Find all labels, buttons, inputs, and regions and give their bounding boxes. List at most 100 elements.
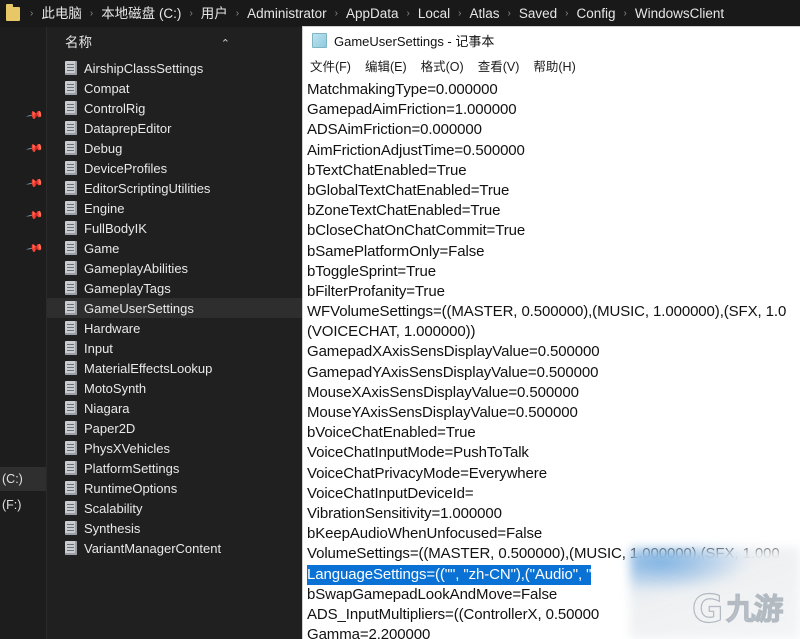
breadcrumb-item-c[interactable]: 本地磁盘 (C:) [99, 0, 183, 27]
text-line-content[interactable]: bSwapGamepadLookAndMove=False [307, 586, 557, 603]
text-line-content[interactable]: bSamePlatformOnly=False [307, 243, 484, 260]
pin-icon[interactable]: 📌 [26, 240, 43, 257]
nav-drive-item[interactable]: (F:) [0, 493, 46, 517]
sort-ascending-icon[interactable]: ⌃ [221, 29, 230, 60]
text-line-content[interactable]: (VOICECHAT, 1.000000)) [307, 323, 475, 340]
text-line[interactable]: VibrationSensitivity=1.000000 [307, 504, 800, 524]
menu-item-v[interactable]: 查看(V) [478, 56, 520, 75]
pin-icon[interactable]: 📌 [26, 207, 43, 224]
text-line-content[interactable]: GamepadXAxisSensDisplayValue=0.500000 [307, 343, 599, 360]
text-line[interactable]: bFilterProfanity=True [307, 282, 800, 302]
breadcrumb-item-[interactable]: 此电脑 [39, 0, 84, 27]
text-line-content[interactable]: bTextChatEnabled=True [307, 162, 467, 179]
text-line[interactable]: bTextChatEnabled=True [307, 161, 800, 181]
text-line-content[interactable]: VoiceChatInputDeviceId= [307, 485, 474, 502]
column-header-name[interactable]: 名称 ⌃ [47, 27, 302, 58]
text-line[interactable]: MatchmakingType=0.000000 [307, 80, 800, 100]
file-list-item[interactable]: Compat [47, 78, 302, 98]
file-list-item[interactable]: MaterialEffectsLookup [47, 358, 302, 378]
pin-icon[interactable]: 📌 [26, 175, 43, 192]
text-line-content[interactable]: VoiceChatPrivacyMode=Everywhere [307, 465, 547, 482]
text-line[interactable]: bGlobalTextChatEnabled=True [307, 181, 800, 201]
file-list-item[interactable]: EditorScriptingUtilities [47, 178, 302, 198]
text-line-content[interactable]: ADS_InputMultipliers=((ControllerX, 0.50… [307, 606, 599, 623]
file-list-item[interactable]: Hardware [47, 318, 302, 338]
breadcrumb[interactable]: ›此电脑›本地磁盘 (C:)›用户›Administrator›AppData›… [0, 0, 800, 27]
text-line[interactable]: bCloseChatOnChatCommit=True [307, 221, 800, 241]
text-line[interactable]: WFVolumeSettings=((MASTER, 0.500000),(MU… [307, 302, 800, 322]
file-list-item[interactable]: RuntimeOptions [47, 478, 302, 498]
selected-text-line[interactable]: LanguageSettings=(("", "zh-CN"),("Audio"… [307, 565, 591, 585]
text-line-content[interactable]: MouseXAxisSensDisplayValue=0.500000 [307, 384, 579, 401]
breadcrumb-item-config[interactable]: Config [575, 0, 618, 27]
file-list-item[interactable]: Debug [47, 138, 302, 158]
pin-icon[interactable]: 📌 [26, 140, 43, 157]
menu-item-h[interactable]: 帮助(H) [533, 56, 575, 75]
text-line-content[interactable]: VoiceChatInputMode=PushToTalk [307, 444, 529, 461]
text-line-content[interactable]: MatchmakingType=0.000000 [307, 81, 498, 98]
nav-drive-item[interactable]: (C:) [0, 467, 46, 491]
text-line-content[interactable]: Gamma=2.200000 [307, 626, 430, 639]
file-list-item[interactable]: GameplayTags [47, 278, 302, 298]
text-line-content[interactable]: bGlobalTextChatEnabled=True [307, 182, 509, 199]
text-line[interactable]: GamepadYAxisSensDisplayValue=0.500000 [307, 363, 800, 383]
menu-item-e[interactable]: 编辑(E) [365, 56, 407, 75]
text-line-content[interactable]: bFilterProfanity=True [307, 283, 445, 300]
file-list-item[interactable]: ControlRig [47, 98, 302, 118]
file-list-item[interactable]: PhysXVehicles [47, 438, 302, 458]
file-list-item[interactable]: Game [47, 238, 302, 258]
breadcrumb-item-atlas[interactable]: Atlas [468, 0, 502, 27]
text-line[interactable]: bKeepAudioWhenUnfocused=False [307, 524, 800, 544]
text-line[interactable]: bToggleSprint=True [307, 262, 800, 282]
text-line[interactable]: GamepadXAxisSensDisplayValue=0.500000 [307, 342, 800, 362]
text-line-content[interactable]: bZoneTextChatEnabled=True [307, 202, 500, 219]
breadcrumb-item-appdata[interactable]: AppData [344, 0, 401, 27]
breadcrumb-item-windowsclient[interactable]: WindowsClient [633, 0, 726, 27]
notepad-titlebar[interactable]: GameUserSettings - 记事本 [303, 27, 800, 54]
file-list-item[interactable]: DataprepEditor [47, 118, 302, 138]
text-line-content[interactable]: VibrationSensitivity=1.000000 [307, 505, 502, 522]
breadcrumb-item-saved[interactable]: Saved [517, 0, 559, 27]
text-line[interactable]: bVoiceChatEnabled=True [307, 423, 800, 443]
file-list-item[interactable]: Input [47, 338, 302, 358]
text-line[interactable]: AimFrictionAdjustTime=0.500000 [307, 141, 800, 161]
file-list-item[interactable]: Synthesis [47, 518, 302, 538]
text-line-content[interactable]: GamepadAimFriction=1.000000 [307, 101, 517, 118]
text-line-content[interactable]: AimFrictionAdjustTime=0.500000 [307, 142, 525, 159]
text-line[interactable]: bSamePlatformOnly=False [307, 242, 800, 262]
file-list-item[interactable]: MotoSynth [47, 378, 302, 398]
file-list-item[interactable]: DeviceProfiles [47, 158, 302, 178]
file-list-item[interactable]: FullBodyIK [47, 218, 302, 238]
breadcrumb-item-[interactable]: 用户 [199, 0, 230, 27]
file-list-item[interactable]: GameplayAbilities [47, 258, 302, 278]
text-line-content[interactable]: ADSAimFriction=0.000000 [307, 121, 482, 138]
text-line-content[interactable]: GamepadYAxisSensDisplayValue=0.500000 [307, 364, 598, 381]
text-line[interactable]: (VOICECHAT, 1.000000)) [307, 322, 800, 342]
file-list-item[interactable]: Engine [47, 198, 302, 218]
text-line[interactable]: MouseXAxisSensDisplayValue=0.500000 [307, 383, 800, 403]
file-list-item[interactable]: Niagara [47, 398, 302, 418]
breadcrumb-item-local[interactable]: Local [416, 0, 452, 27]
text-line-content[interactable]: bCloseChatOnChatCommit=True [307, 222, 525, 239]
breadcrumb-item-administrator[interactable]: Administrator [245, 0, 329, 27]
pin-icon[interactable]: 📌 [26, 107, 43, 124]
text-line[interactable]: VoiceChatPrivacyMode=Everywhere [307, 464, 800, 484]
text-line[interactable]: VoiceChatInputDeviceId= [307, 484, 800, 504]
navigation-pane[interactable]: 📌 📌 📌 📌 📌 (C:)(F:) [0, 27, 46, 639]
file-list-item[interactable]: Scalability [47, 498, 302, 518]
file-list-item[interactable]: PlatformSettings [47, 458, 302, 478]
text-line-content[interactable]: bKeepAudioWhenUnfocused=False [307, 525, 542, 542]
text-line-content[interactable]: MouseYAxisSensDisplayValue=0.500000 [307, 404, 578, 421]
file-list-item[interactable]: GameUserSettings [47, 298, 302, 318]
text-line[interactable]: VoiceChatInputMode=PushToTalk [307, 443, 800, 463]
text-line-content[interactable]: bToggleSprint=True [307, 263, 436, 280]
text-line[interactable]: MouseYAxisSensDisplayValue=0.500000 [307, 403, 800, 423]
file-list-pane[interactable]: 名称 ⌃ AirshipClassSettingsCompatControlRi… [46, 27, 302, 639]
file-list-item[interactable]: AirshipClassSettings [47, 58, 302, 78]
text-line-content[interactable]: bVoiceChatEnabled=True [307, 424, 476, 441]
notepad-menubar[interactable]: 文件(F)编辑(E)格式(O)查看(V)帮助(H) [303, 54, 800, 77]
text-line[interactable]: bZoneTextChatEnabled=True [307, 201, 800, 221]
menu-item-f[interactable]: 文件(F) [310, 56, 351, 75]
text-line[interactable]: GamepadAimFriction=1.000000 [307, 100, 800, 120]
text-line[interactable]: ADSAimFriction=0.000000 [307, 120, 800, 140]
